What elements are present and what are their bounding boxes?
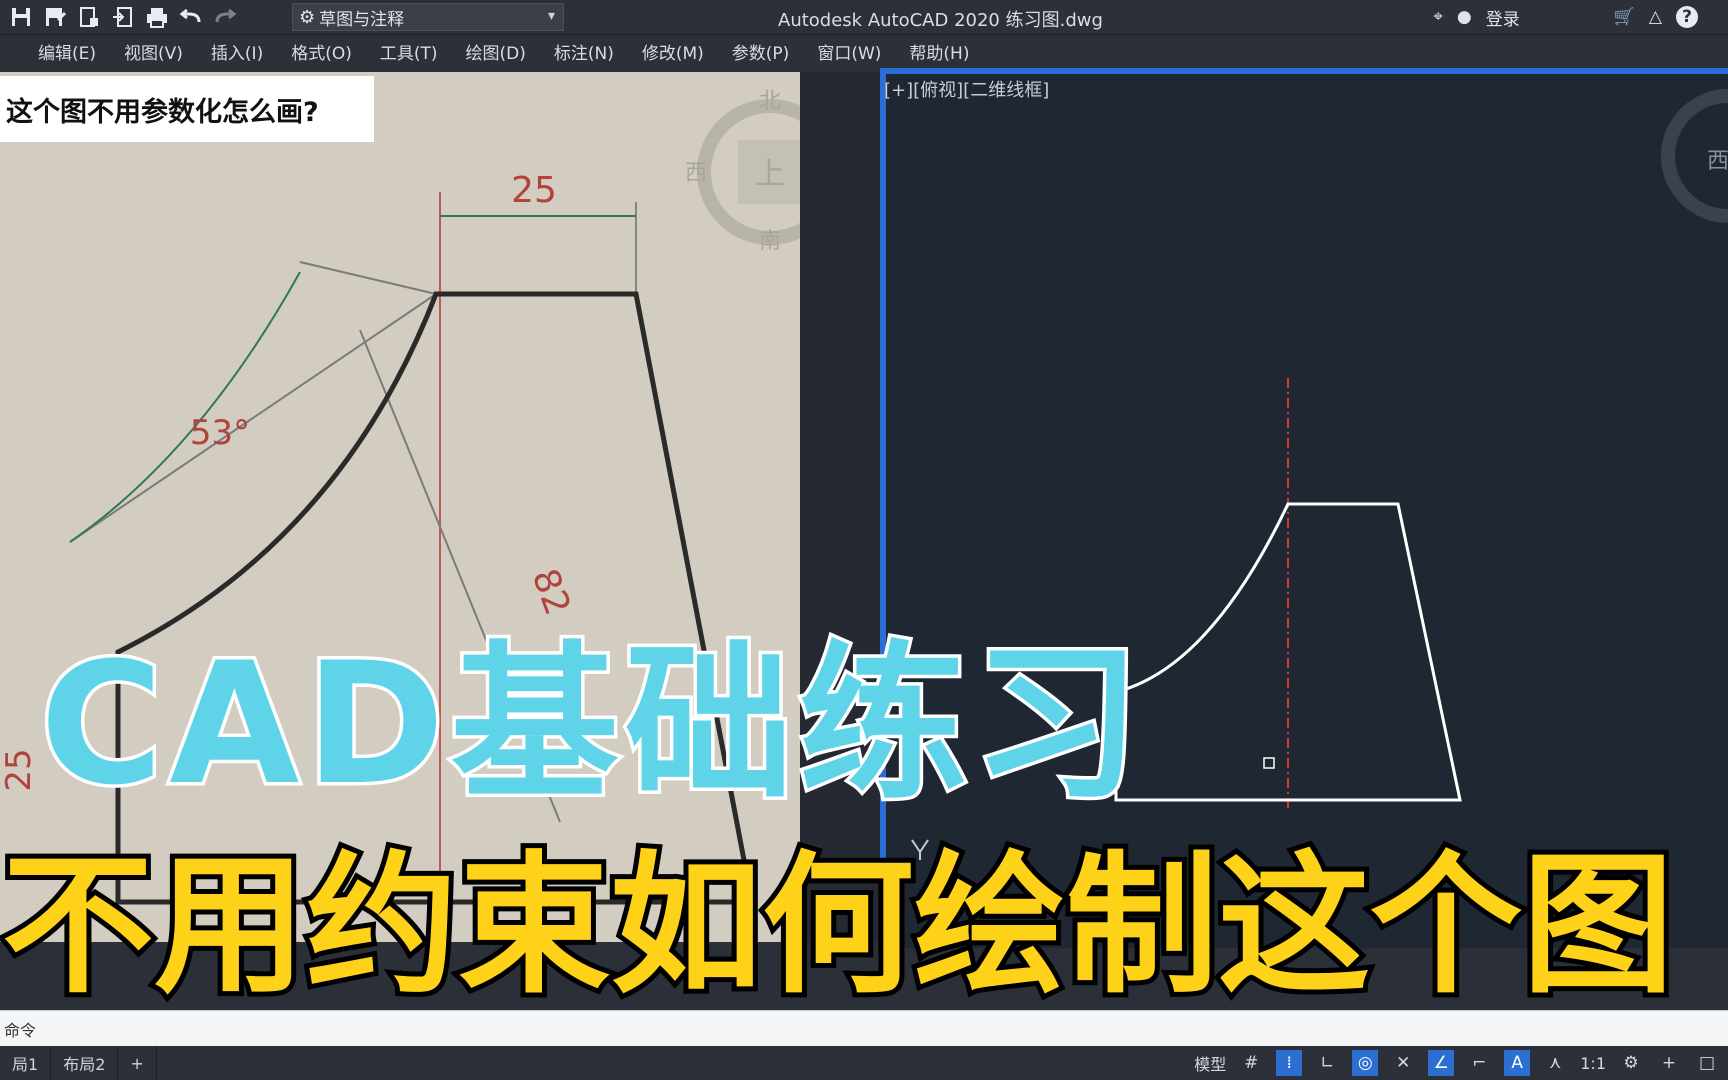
overlay-subtitle: 不用约束如何绘制这个图 <box>0 837 1679 1014</box>
dim-angle-label: 53° <box>190 413 250 453</box>
menu-dimension[interactable]: 标注(N) <box>540 39 628 64</box>
chevron-down-icon: ▾ <box>547 8 555 24</box>
question-caption: 这个图不用参数化怎么画? <box>0 76 374 142</box>
redo-icon[interactable] <box>212 5 238 29</box>
osnap-icon[interactable]: ✕ <box>1390 1050 1416 1076</box>
status-bar: 局1 布局2 + 模型 # ⁞ ∟ ◎ ✕ ∠ ⌐ A ⋏ 1:1 ⚙ + □ <box>0 1046 1728 1080</box>
title-bar: ⚙ 草图与注释 ▾ Autodesk AutoCAD 2020 练习图.dwg … <box>0 0 1728 35</box>
menu-edit[interactable]: 编辑(E) <box>0 39 110 64</box>
title-right-tools: ⌖ ● 登录 🛒 △ ? <box>1433 4 1698 30</box>
workspace-selector[interactable]: ⚙ 草图与注释 ▾ <box>292 3 564 31</box>
save-icon[interactable] <box>8 5 34 29</box>
menu-format[interactable]: 格式(O) <box>277 39 366 64</box>
annotation-scale-icon[interactable]: ⋏ <box>1542 1050 1568 1076</box>
login-link[interactable]: 登录 <box>1486 5 1520 30</box>
viewcube-south: 南 <box>759 229 781 254</box>
otrack-icon[interactable]: ⌐ <box>1466 1050 1492 1076</box>
command-prompt: 命令 <box>4 1021 37 1040</box>
share-icon[interactable]: △ <box>1649 7 1662 27</box>
gear-icon: ⚙ <box>299 6 316 28</box>
fullscreen-icon[interactable]: □ <box>1694 1050 1720 1076</box>
settings-icon[interactable]: ⚙ <box>1618 1050 1644 1076</box>
ortho-icon[interactable]: ∟ <box>1314 1050 1340 1076</box>
menu-window[interactable]: 窗口(W) <box>803 39 895 64</box>
annotation-icon[interactable]: A <box>1504 1050 1531 1076</box>
binoculars-icon[interactable]: ⌖ <box>1433 7 1443 27</box>
import-icon[interactable] <box>110 5 136 29</box>
viewcube-north: 北 <box>759 89 781 114</box>
dim-left-label: 25 <box>0 748 39 791</box>
dim-top-label: 25 <box>511 170 557 211</box>
viewcube-face-label: 上 <box>755 157 785 192</box>
grid-icon[interactable]: # <box>1238 1050 1264 1076</box>
print-icon[interactable] <box>144 5 170 29</box>
quick-access-toolbar <box>8 4 238 30</box>
tab-layout1[interactable]: 局1 <box>0 1046 52 1080</box>
save-as-icon[interactable] <box>42 5 68 29</box>
menu-tools[interactable]: 工具(T) <box>366 39 452 64</box>
cursor-marker <box>1263 757 1275 769</box>
help-icon[interactable]: ? <box>1676 6 1698 28</box>
menu-view[interactable]: 视图(V) <box>110 39 197 64</box>
angle-icon[interactable]: ∠ <box>1428 1050 1455 1076</box>
command-line[interactable]: 命令 <box>0 1010 1728 1047</box>
plus-icon[interactable]: + <box>1656 1050 1682 1076</box>
menu-insert[interactable]: 插入(I) <box>197 39 277 64</box>
add-layout-button[interactable]: + <box>118 1046 157 1080</box>
publish-icon[interactable] <box>76 5 102 29</box>
polar-icon[interactable]: ◎ <box>1352 1050 1379 1076</box>
menu-bar: 编辑(E) 视图(V) 插入(I) 格式(O) 工具(T) 绘图(D) 标注(N… <box>0 35 1728 67</box>
menu-draw[interactable]: 绘图(D) <box>452 39 540 64</box>
status-tools: 模型 # ⁞ ∟ ◎ ✕ ∠ ⌐ A ⋏ 1:1 ⚙ + □ <box>1194 1046 1728 1080</box>
undo-icon[interactable] <box>178 5 204 29</box>
user-icon[interactable]: ● <box>1457 7 1472 27</box>
overlay-title: CAD基础练习 <box>37 626 1147 822</box>
menu-help[interactable]: 帮助(H) <box>895 39 983 64</box>
menu-modify[interactable]: 修改(M) <box>628 39 718 64</box>
viewcube-west-right: 西 <box>1707 149 1728 174</box>
workspace-label: 草图与注释 <box>319 9 405 30</box>
cart-icon[interactable]: 🛒 <box>1614 7 1635 27</box>
snap-icon[interactable]: ⁞ <box>1276 1050 1303 1076</box>
menu-parameter[interactable]: 参数(P) <box>718 39 804 64</box>
scale-label[interactable]: 1:1 <box>1580 1054 1606 1073</box>
viewcube-west: 西 <box>685 161 707 186</box>
window-title: Autodesk AutoCAD 2020 练习图.dwg <box>778 10 1103 31</box>
tab-layout2[interactable]: 布局2 <box>51 1046 119 1080</box>
model-space-label[interactable]: 模型 <box>1194 1051 1226 1075</box>
